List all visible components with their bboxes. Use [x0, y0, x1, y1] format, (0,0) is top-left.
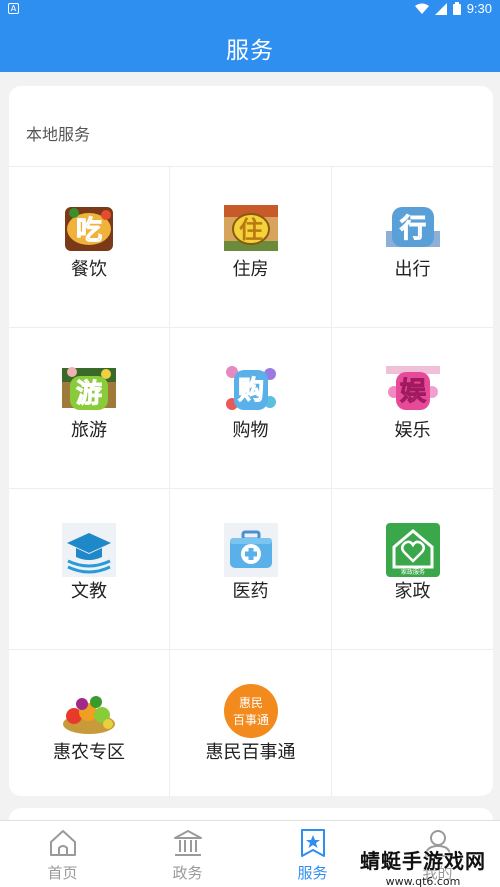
service-label: 出行	[394, 259, 431, 280]
service-tourism[interactable]: 游 旅游	[9, 327, 170, 488]
medical-kit-icon	[223, 523, 278, 577]
service-housing[interactable]: 住 住房	[170, 166, 332, 327]
service-label: 购物	[232, 420, 269, 441]
next-section-card	[9, 808, 493, 820]
service-label: 惠农专区	[53, 742, 125, 763]
housing-glyph: 住	[239, 216, 263, 244]
signal-icon	[434, 2, 447, 15]
tourism-icon: 游	[62, 367, 116, 410]
service-shopping[interactable]: 购 购物	[170, 327, 332, 488]
tab-label: 政务	[172, 864, 203, 882]
service-travel[interactable]: 行 出行	[332, 166, 493, 327]
shopping-glyph: 购	[237, 376, 263, 406]
watermark-text: 蜻蜓手游戏网	[360, 849, 486, 873]
wifi-icon	[414, 3, 429, 14]
status-icons: 9:30	[414, 1, 492, 16]
service-star-icon	[300, 829, 325, 857]
service-label: 餐饮	[71, 259, 107, 280]
entertainment-glyph: 娱	[399, 377, 426, 407]
app-notification-icon: A	[8, 3, 19, 14]
huimin-glyph-line1: 惠民	[238, 696, 262, 710]
travel-icon: 行	[385, 201, 440, 255]
graduation-cap-icon	[62, 523, 116, 577]
eat-icon: 吃	[62, 201, 116, 255]
service-entertainment[interactable]: 娱 娱乐	[332, 327, 493, 488]
services-grid: 吃 餐饮 住 住房 行 出行 游 旅游 购 购物 娱 娱乐 文教 医药 家政服务…	[9, 166, 493, 796]
tab-home[interactable]: 首页	[0, 821, 125, 887]
service-education[interactable]: 文教	[9, 488, 170, 649]
housing-icon: 住	[223, 205, 278, 251]
local-services-card: 本地服务 吃 餐饮 住 住房 行 出行 游 旅游 购 购物 娱 娱乐 文教 医药…	[9, 86, 493, 796]
status-bar: A 9:30	[0, 0, 500, 18]
tourism-glyph: 游	[76, 379, 102, 409]
entertainment-icon: 娱	[385, 362, 440, 416]
government-building-icon	[173, 830, 202, 856]
empty-cell	[332, 649, 493, 796]
section-title: 本地服务	[26, 125, 91, 144]
service-label: 文教	[71, 581, 107, 602]
huimin-badge-icon: 惠民 百事通	[223, 684, 278, 738]
battery-icon	[452, 2, 461, 15]
tab-service[interactable]: 服务	[250, 821, 375, 887]
service-agriculture[interactable]: 惠农专区	[9, 649, 170, 796]
service-housekeeping[interactable]: 家政服务 家政	[332, 488, 493, 649]
service-label: 娱乐	[394, 420, 431, 441]
shopping-icon: 购	[223, 362, 278, 416]
main-content[interactable]: 本地服务 吃 餐饮 住 住房 行 出行 游 旅游 购 购物 娱 娱乐 文教 医药…	[0, 72, 500, 820]
tab-label: 首页	[47, 864, 78, 882]
service-label: 惠民百事通	[205, 742, 296, 763]
service-label: 住房	[232, 259, 269, 280]
tab-government[interactable]: 政务	[125, 821, 250, 887]
housekeeping-glyph: 家政服务	[400, 568, 424, 576]
service-huimin[interactable]: 惠民 百事通 惠民百事通	[170, 649, 332, 796]
watermark-url: www.qt6.com	[385, 875, 461, 887]
fruits-vegetables-icon	[62, 684, 116, 738]
service-dining[interactable]: 吃 餐饮	[9, 166, 170, 327]
tab-label: 服务	[297, 864, 328, 882]
service-label: 医药	[232, 581, 269, 602]
travel-glyph: 行	[398, 213, 425, 244]
home-icon	[49, 830, 76, 856]
huimin-glyph-line2: 百事通	[232, 713, 268, 727]
service-medicine[interactable]: 医药	[170, 488, 332, 649]
clock: 9:30	[466, 1, 492, 16]
service-label: 家政	[394, 581, 431, 602]
app-header: 服务	[0, 18, 500, 72]
eat-glyph: 吃	[76, 216, 102, 246]
home-heart-icon: 家政服务	[385, 523, 440, 577]
service-label: 旅游	[71, 420, 107, 441]
watermark: 蜻蜓手游戏网 www.qt6.com	[360, 845, 486, 887]
page-title: 服务	[226, 38, 274, 64]
